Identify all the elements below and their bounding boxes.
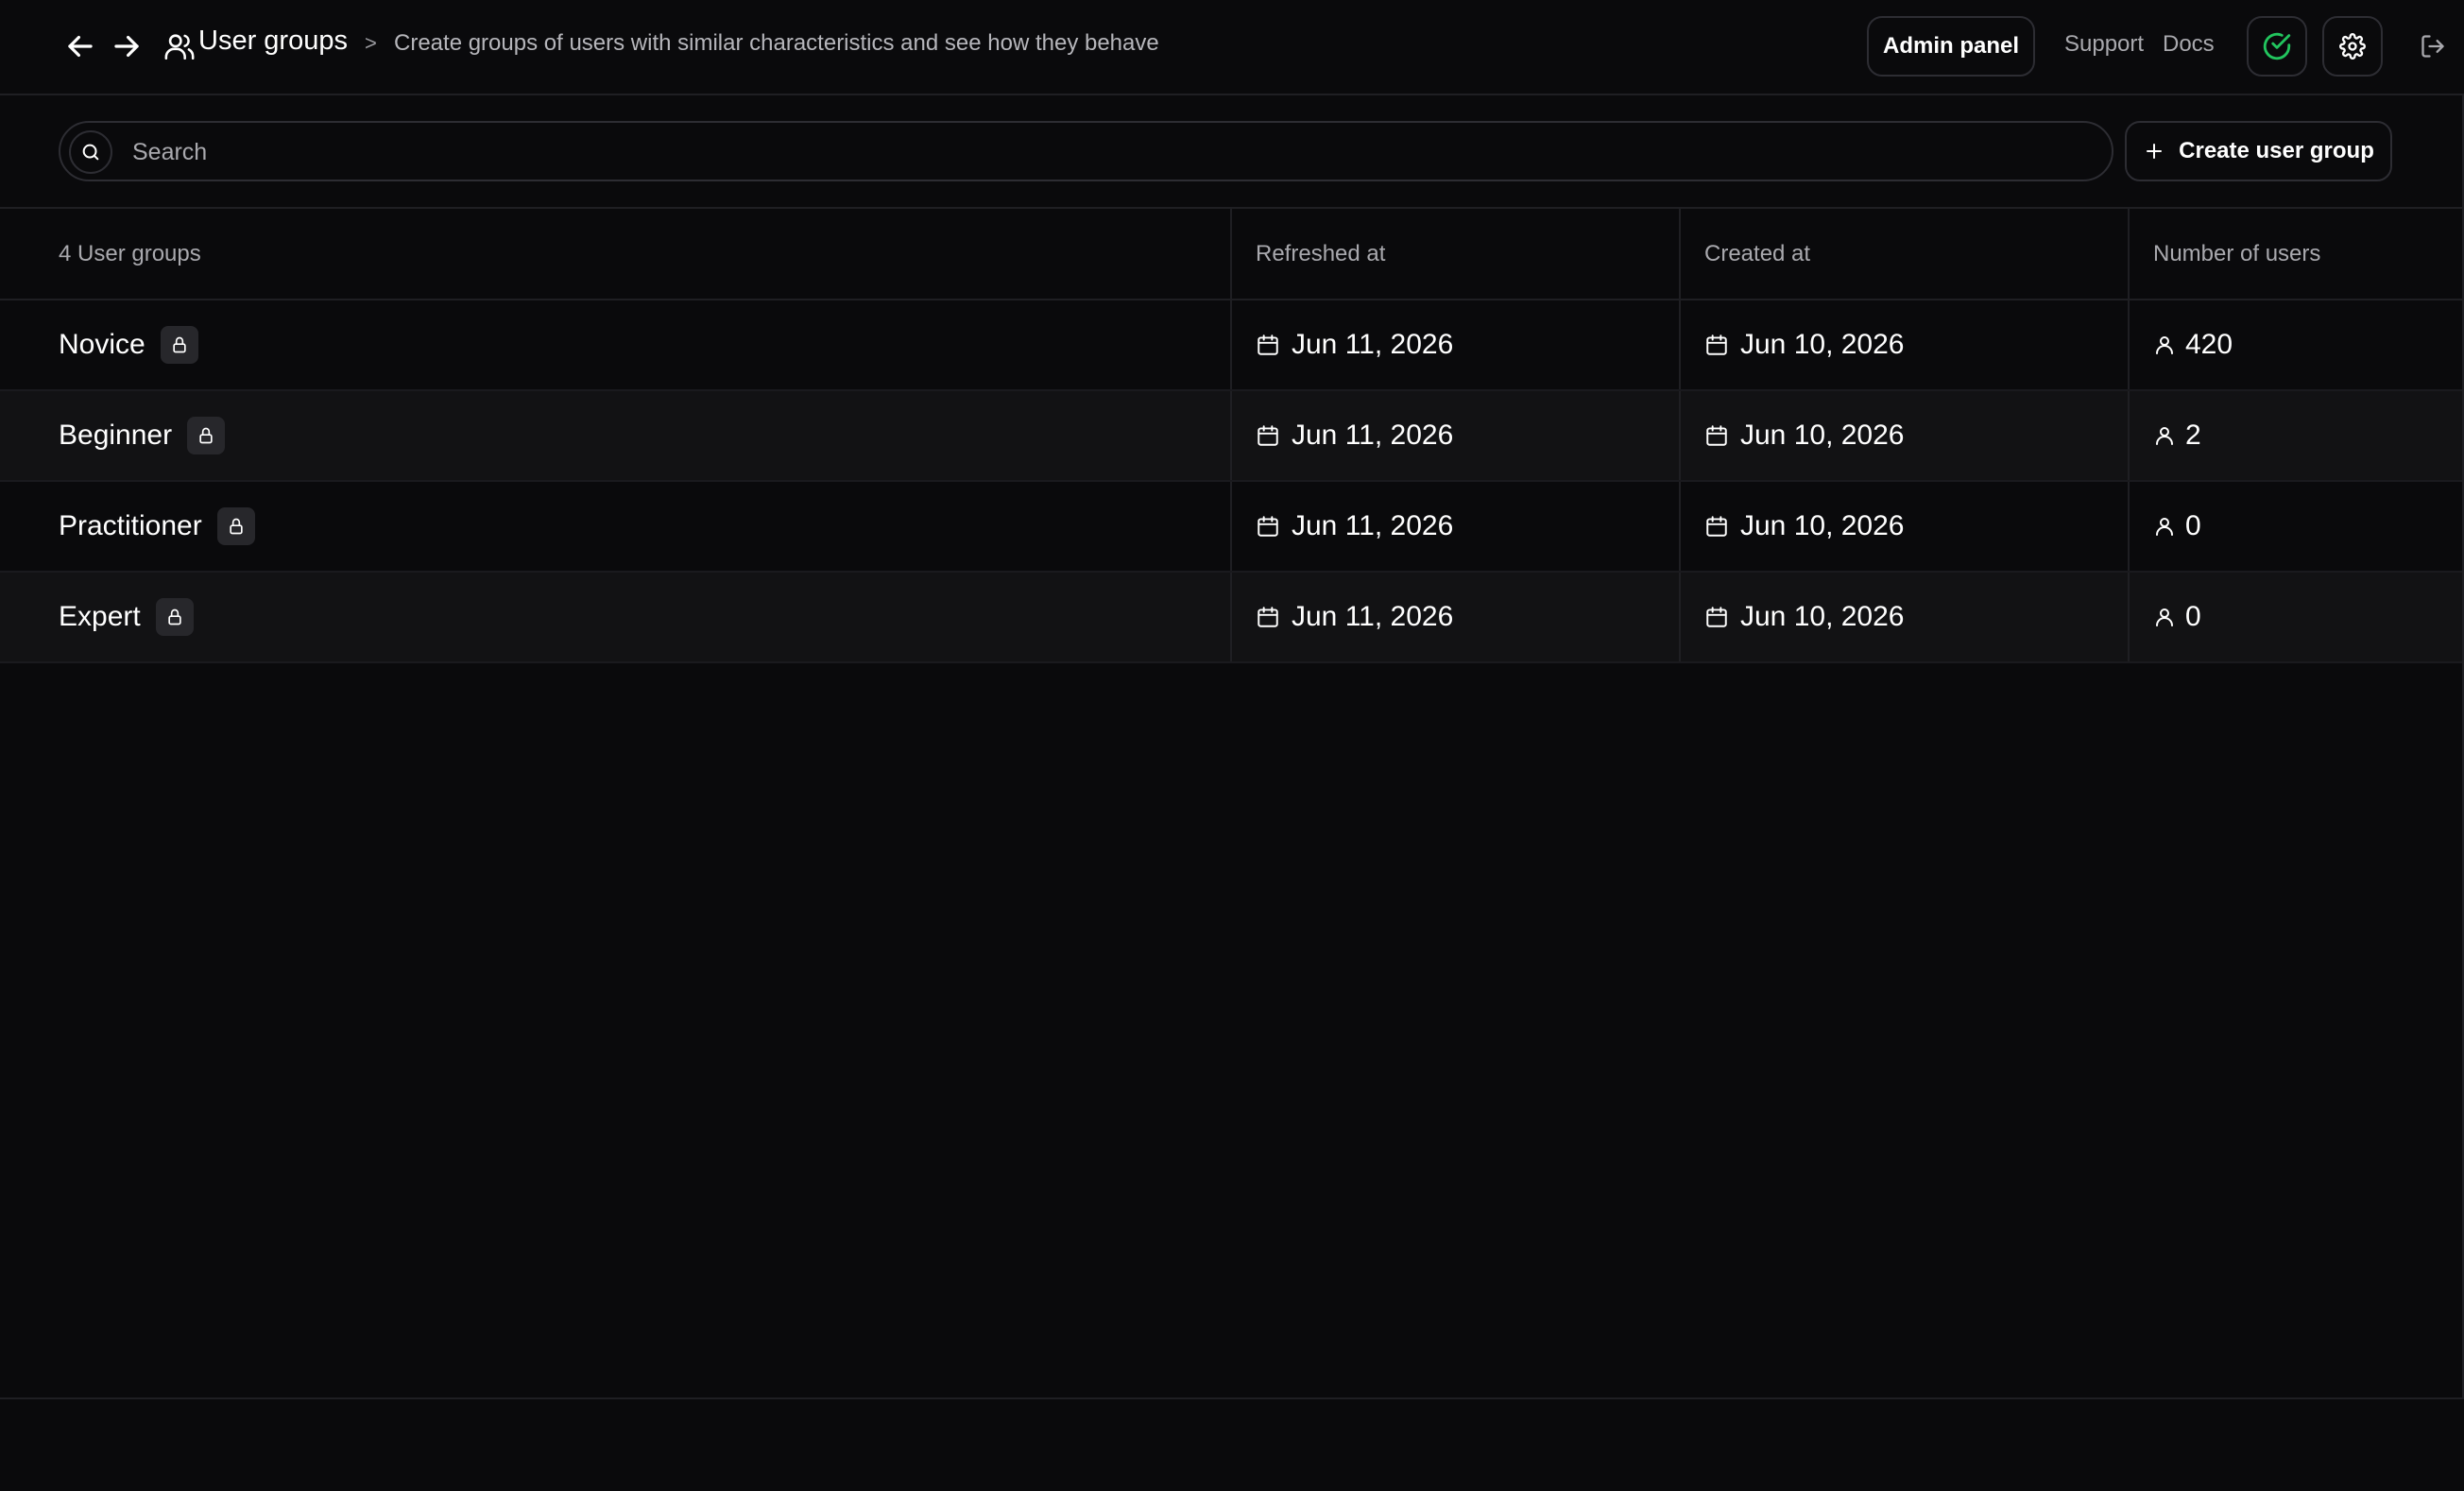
created-date: Jun 10, 2026 [1740, 329, 1905, 360]
table-row[interactable]: Beginner Jun 11, 2026 Jun 10, 2026 2 [0, 391, 2464, 482]
search-toolbar: Create user group [0, 95, 2464, 209]
calendar-icon [1256, 423, 1280, 448]
lock-icon [160, 326, 198, 364]
column-header-name: 4 User groups [59, 240, 201, 266]
gear-icon [2339, 33, 2366, 60]
user-icon [2153, 515, 2176, 538]
calendar-icon [1704, 333, 1729, 357]
users-icon [163, 29, 197, 63]
breadcrumb-separator: > [365, 31, 377, 55]
user-icon [2153, 334, 2176, 356]
created-date: Jun 10, 2026 [1740, 601, 1905, 632]
refreshed-date: Jun 11, 2026 [1292, 601, 1454, 632]
check-circle-icon [2261, 30, 2293, 62]
calendar-icon [1704, 423, 1729, 448]
calendar-icon [1256, 514, 1280, 539]
lock-icon [187, 417, 226, 454]
logout-icon[interactable] [2417, 30, 2449, 62]
page-title: User groups [198, 26, 348, 56]
search-input[interactable] [132, 130, 2097, 174]
calendar-icon [1256, 333, 1280, 357]
top-bar: User groups > Create groups of users wit… [0, 0, 2464, 95]
search-icon [69, 130, 112, 174]
status-button[interactable] [2247, 16, 2307, 77]
footer-divider [0, 1397, 2464, 1399]
group-name[interactable]: Expert [59, 601, 141, 633]
page-description: Create groups of users with similar char… [394, 30, 1159, 56]
group-name[interactable]: Practitioner [59, 510, 202, 542]
user-count: 0 [2185, 601, 2201, 632]
user-count: 0 [2185, 510, 2201, 541]
refreshed-date: Jun 11, 2026 [1292, 329, 1454, 360]
column-header-users[interactable]: Number of users [2153, 241, 2320, 267]
create-user-group-label: Create user group [2179, 138, 2374, 163]
lock-icon [216, 507, 255, 545]
refreshed-date: Jun 11, 2026 [1292, 510, 1454, 541]
create-user-group-button[interactable]: Create user group [2125, 121, 2392, 181]
user-groups-table: 4 User groups Refreshed at Created at Nu… [0, 209, 2464, 663]
refreshed-date: Jun 11, 2026 [1292, 420, 1454, 451]
user-icon [2153, 606, 2176, 628]
created-date: Jun 10, 2026 [1740, 510, 1905, 541]
support-link[interactable]: Support [2064, 31, 2144, 58]
lock-icon [155, 598, 194, 636]
docs-link[interactable]: Docs [2163, 31, 2215, 58]
calendar-icon [1256, 605, 1280, 629]
created-date: Jun 10, 2026 [1740, 420, 1905, 451]
group-name[interactable]: Novice [59, 329, 145, 361]
arrow-right-icon[interactable] [109, 28, 145, 64]
table-row[interactable]: Novice Jun 11, 2026 Jun 10, 2026 420 [0, 300, 2464, 391]
settings-button[interactable] [2322, 16, 2383, 77]
column-header-refreshed[interactable]: Refreshed at [1256, 241, 1385, 267]
user-count: 2 [2185, 420, 2201, 451]
column-header-created[interactable]: Created at [1704, 241, 1810, 267]
arrow-left-icon[interactable] [62, 28, 98, 64]
user-count: 420 [2185, 329, 2233, 360]
plus-icon [2143, 140, 2165, 163]
group-name[interactable]: Beginner [59, 420, 172, 452]
table-header: 4 User groups Refreshed at Created at Nu… [0, 209, 2464, 300]
calendar-icon [1704, 605, 1729, 629]
search-box[interactable] [59, 121, 2113, 181]
user-icon [2153, 424, 2176, 447]
calendar-icon [1704, 514, 1729, 539]
admin-panel-button[interactable]: Admin panel [1867, 16, 2035, 77]
table-row[interactable]: Practitioner Jun 11, 2026 Jun 10, 2026 0 [0, 482, 2464, 573]
table-row[interactable]: Expert Jun 11, 2026 Jun 10, 2026 0 [0, 573, 2464, 663]
